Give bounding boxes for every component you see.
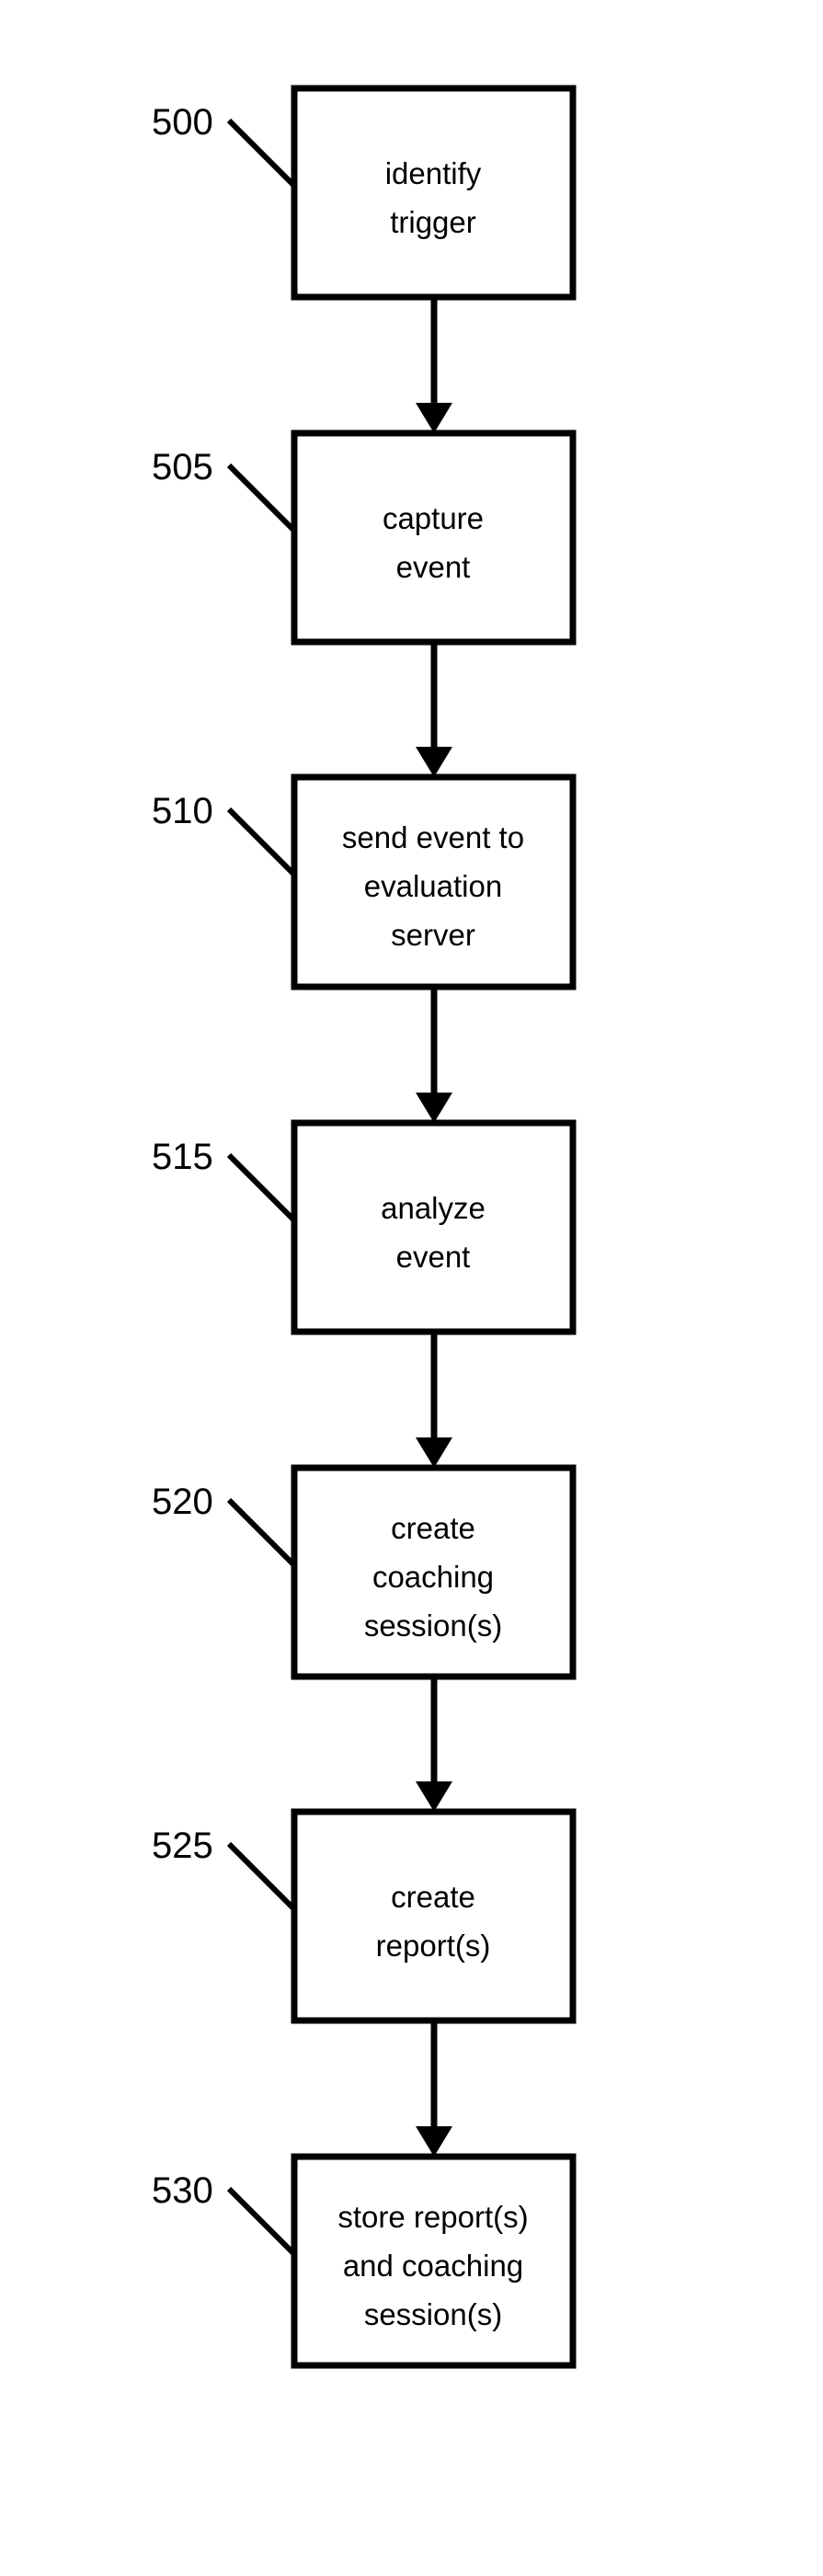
leader-line-520 xyxy=(226,1497,297,1568)
node-box-525[interactable] xyxy=(291,1808,577,2024)
node-510-text-line-1: send event to xyxy=(342,820,524,854)
node-530-text-line-1: store report(s) xyxy=(337,2200,528,2234)
reference-label-525: 525 xyxy=(152,1826,213,1866)
node-515-text-line-2: event xyxy=(396,1240,471,1274)
reference-label-505: 505 xyxy=(152,447,213,487)
leader-line-510 xyxy=(226,807,297,877)
connector-510-515 xyxy=(416,987,452,1123)
node-box-515[interactable] xyxy=(291,1119,577,1335)
reference-label-515: 515 xyxy=(152,1137,213,1177)
arrowhead-520-525 xyxy=(416,1781,452,1812)
reference-label-530: 530 xyxy=(152,2170,213,2211)
node-510-text-line-3: server xyxy=(391,918,475,952)
node-505-text-line-2: event xyxy=(396,550,471,584)
node-520-text-line-2: coaching xyxy=(372,1560,494,1594)
arrowhead-510-515 xyxy=(416,1093,452,1123)
node-500-text-line-2: trigger xyxy=(390,205,476,239)
node-525-text-line-1: create xyxy=(391,1880,475,1914)
node-510-text-line-2: evaluation xyxy=(364,869,502,903)
node-520-text-line-1: create xyxy=(391,1511,475,1545)
flow-node-510[interactable]: send event to evaluation server xyxy=(291,773,577,990)
leader-line-505 xyxy=(226,463,297,533)
node-515-text-line-1: analyze xyxy=(381,1191,486,1225)
arrowhead-525-530 xyxy=(416,2126,452,2157)
connector-515-520 xyxy=(416,1332,452,1468)
node-530-text-line-2: and coaching xyxy=(343,2249,523,2283)
node-530-text-line-3: session(s) xyxy=(364,2297,502,2331)
leader-line-525 xyxy=(226,1841,297,1912)
node-box-505[interactable] xyxy=(291,429,577,646)
flow-node-525[interactable]: create report(s) xyxy=(291,1808,577,2024)
arrowhead-505-510 xyxy=(416,747,452,777)
connector-525-530 xyxy=(416,2021,452,2157)
flow-node-500[interactable]: identify trigger xyxy=(291,85,577,301)
arrowhead-500-505 xyxy=(416,403,452,433)
node-500-text-line-1: identify xyxy=(385,156,482,190)
flow-node-520[interactable]: create coaching session(s) xyxy=(291,1464,577,1680)
connector-520-525 xyxy=(416,1677,452,1812)
leader-line-515 xyxy=(226,1152,297,1223)
leader-line-530 xyxy=(226,2186,297,2257)
flow-node-515[interactable]: analyze event xyxy=(291,1119,577,1335)
reference-label-500: 500 xyxy=(152,102,213,143)
flowchart-figure: identify trigger 500 capture event 505 s… xyxy=(0,0,823,2576)
flowchart-canvas: identify trigger 500 capture event 505 s… xyxy=(152,85,577,2369)
arrowhead-515-520 xyxy=(416,1437,452,1468)
reference-label-520: 520 xyxy=(152,1482,213,1522)
connector-500-505 xyxy=(416,297,452,433)
node-505-text-line-1: capture xyxy=(383,501,484,535)
node-box-500[interactable] xyxy=(291,85,577,301)
node-520-text-line-3: session(s) xyxy=(364,1609,502,1643)
node-525-text-line-2: report(s) xyxy=(376,1929,491,1963)
leader-line-500 xyxy=(226,118,297,189)
flow-node-530[interactable]: store report(s) and coaching session(s) xyxy=(291,2153,577,2369)
connector-505-510 xyxy=(416,642,452,777)
flow-node-505[interactable]: capture event xyxy=(291,429,577,646)
reference-label-510: 510 xyxy=(152,791,213,831)
